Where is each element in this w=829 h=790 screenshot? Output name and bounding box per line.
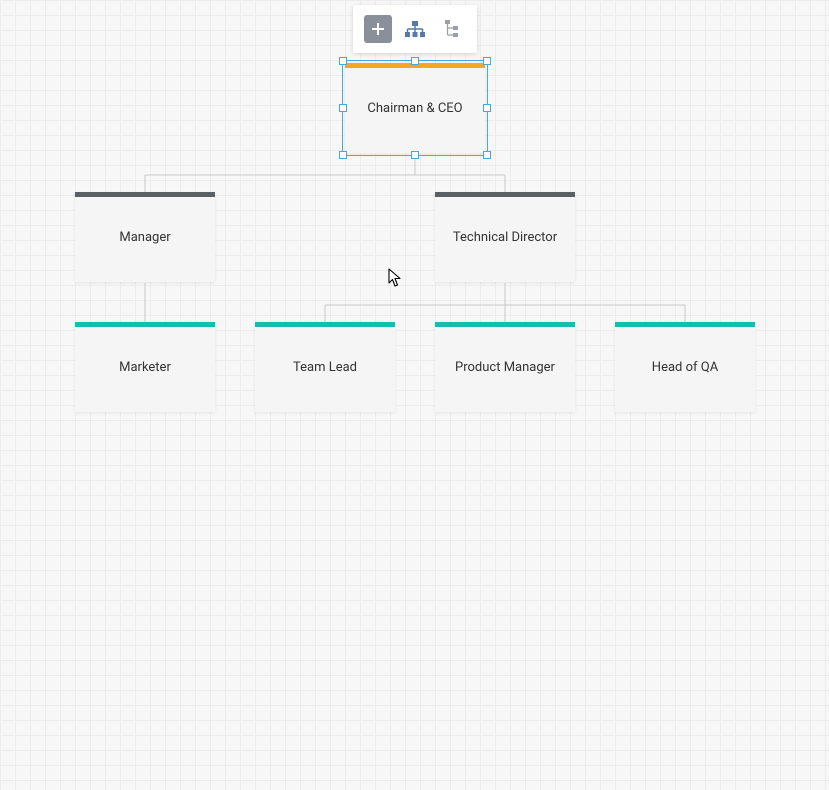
node-label: Team Lead <box>293 360 357 375</box>
node-accent <box>615 322 755 327</box>
add-button[interactable] <box>364 15 392 43</box>
node-ceo[interactable]: Chairman & CEO <box>345 63 485 153</box>
node-label: Head of QA <box>652 360 718 375</box>
orgchart-layout-button[interactable] <box>401 15 429 43</box>
node-label: Product Manager <box>455 360 555 375</box>
node-accent <box>75 192 215 197</box>
node-accent <box>255 322 395 327</box>
node-head-of-qa[interactable]: Head of QA <box>615 322 755 412</box>
cursor-icon <box>388 268 402 288</box>
tree-layout-button[interactable] <box>438 15 466 43</box>
node-manager[interactable]: Manager <box>75 192 215 282</box>
node-marketer[interactable]: Marketer <box>75 322 215 412</box>
node-accent <box>75 322 215 327</box>
orgchart-icon <box>405 21 425 37</box>
node-product-manager[interactable]: Product Manager <box>435 322 575 412</box>
node-team-lead[interactable]: Team Lead <box>255 322 395 412</box>
node-accent <box>435 192 575 197</box>
node-technical-director[interactable]: Technical Director <box>435 192 575 282</box>
node-toolbar <box>353 5 477 53</box>
node-label: Manager <box>119 230 170 245</box>
node-label: Technical Director <box>453 230 557 245</box>
node-label: Chairman & CEO <box>367 101 462 116</box>
node-accent <box>435 322 575 327</box>
node-label: Marketer <box>119 360 171 375</box>
node-accent <box>345 63 485 68</box>
tree-icon <box>445 20 459 38</box>
plus-icon <box>371 22 385 36</box>
